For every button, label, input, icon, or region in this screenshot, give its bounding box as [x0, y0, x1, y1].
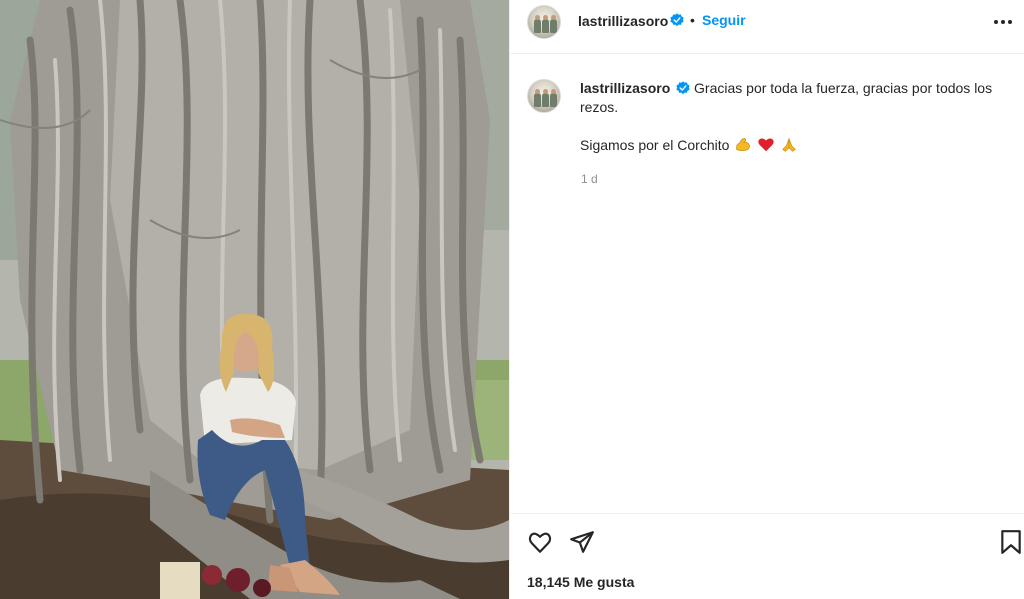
follow-button[interactable]: Seguir — [702, 12, 746, 28]
avatar-head — [551, 15, 556, 20]
caption-line-2: Sigamos por el Corchito — [580, 136, 1010, 155]
avatar-figure — [542, 93, 549, 107]
avatar-figure — [534, 19, 541, 33]
avatar-head — [535, 15, 540, 20]
author-username[interactable]: lastrillizasoro — [578, 13, 668, 29]
more-options-icon[interactable] — [993, 10, 1013, 30]
post-caption: lastrillizasoro Gracias por toda la fuer… — [580, 79, 1010, 155]
caption-username[interactable]: lastrillizasoro — [580, 80, 670, 96]
post-timestamp[interactable]: 1 d — [581, 172, 598, 186]
red-heart-emoji — [758, 138, 774, 152]
share-arrow-icon[interactable] — [569, 529, 595, 555]
caption-author-avatar[interactable] — [527, 79, 561, 113]
separator-dot: • — [690, 12, 695, 28]
bookmark-icon[interactable] — [998, 529, 1024, 555]
avatar-head — [551, 89, 556, 94]
author-avatar[interactable] — [527, 5, 561, 39]
avatar-figure — [550, 93, 557, 107]
avatar-figure — [542, 19, 549, 33]
post-photo[interactable] — [0, 0, 509, 599]
heart-outline-icon[interactable] — [527, 529, 553, 555]
likes-count[interactable]: 18,145 Me gusta — [527, 574, 634, 590]
post-sidebar: lastrillizasoro • Seguir lastrillizasoro… — [509, 0, 1024, 599]
avatar-head — [543, 15, 548, 20]
post-actions: 18,145 Me gusta — [510, 513, 1024, 599]
avatar-figure — [550, 19, 557, 33]
post-header: lastrillizasoro • Seguir — [510, 0, 1024, 54]
avatar-head — [535, 89, 540, 94]
verified-badge-icon — [676, 81, 690, 95]
verified-badge-icon — [670, 13, 684, 27]
banyan-tree-photo — [0, 0, 509, 599]
caption-text-2: Sigamos por el Corchito — [580, 137, 730, 153]
avatar-head — [543, 89, 548, 94]
folded-hands-emoji — [782, 137, 796, 152]
avatar-figure — [534, 93, 541, 107]
flexed-biceps-emoji — [736, 138, 751, 152]
